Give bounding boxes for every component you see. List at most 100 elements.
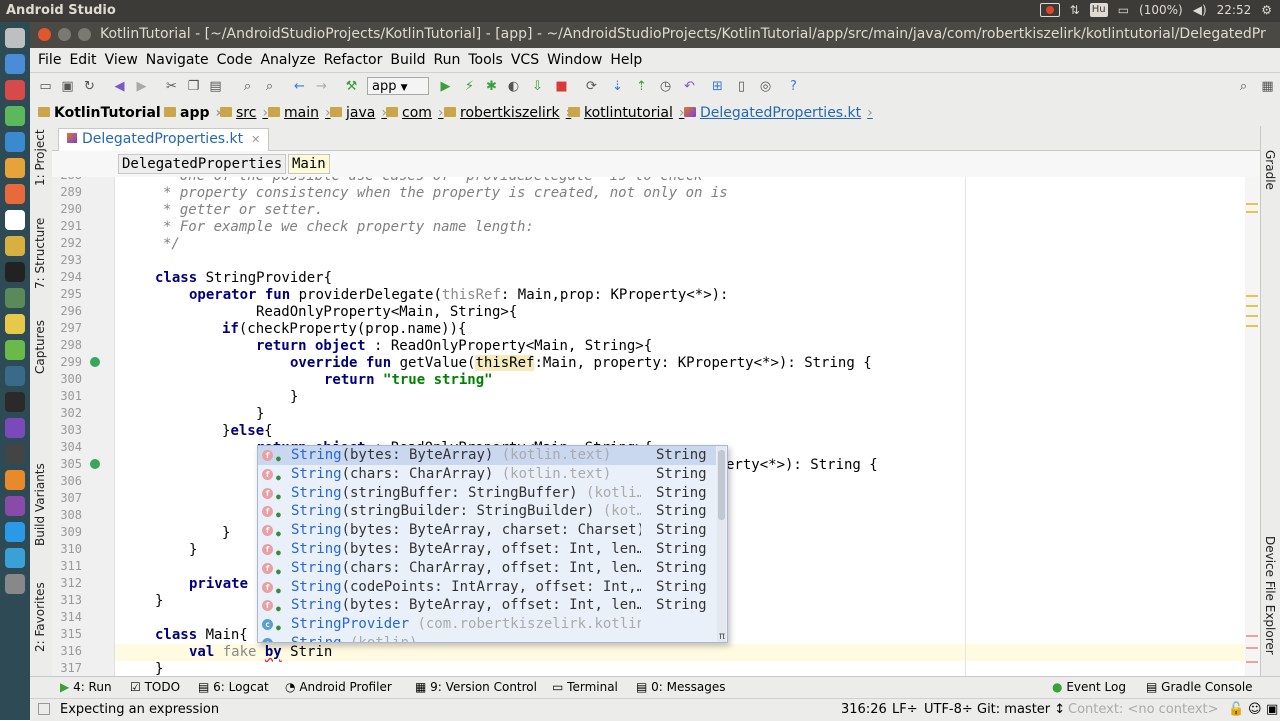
toggle-tool-windows-icon[interactable] (38, 703, 50, 715)
override-marker-icon[interactable] (90, 357, 100, 367)
battery-icon[interactable]: ▭ (1118, 3, 1129, 17)
menu-edit[interactable]: Edit (65, 48, 100, 68)
warning-marker[interactable] (1246, 203, 1258, 205)
minimize-window-button[interactable] (58, 28, 71, 41)
save-all-icon[interactable]: ▣ (60, 79, 75, 94)
settings-gear-icon[interactable]: ⚙ (1261, 3, 1272, 17)
captures-tool-button[interactable]: Captures (33, 320, 47, 374)
warning-marker[interactable] (1246, 315, 1258, 317)
device-file-explorer-tool-button[interactable]: Device File Explorer (1263, 536, 1277, 655)
version-control-tool-button[interactable]: ▦ 9: Version Control (415, 680, 537, 694)
menu-tools[interactable]: Tools (464, 48, 507, 68)
menu-run[interactable]: Run (430, 48, 465, 68)
vcs-update-icon[interactable]: ⇣ (610, 79, 625, 94)
breadcrumb-item[interactable]: kotlintutorial › (568, 105, 684, 121)
cut-icon[interactable]: ✂ (164, 79, 179, 94)
app-launcher-icon[interactable] (5, 444, 25, 464)
error-marker[interactable] (1246, 635, 1258, 637)
completion-item[interactable]: f ● String(chars: CharArray, offset: Int, … (258, 559, 716, 578)
run-configuration-selector[interactable]: app ▼ (367, 77, 429, 95)
gradle-console-tool-button[interactable]: ▤ Gradle Console (1146, 680, 1253, 694)
completion-item[interactable]: f ● String(stringBuffer: StringBuffer) (ko… (258, 484, 716, 503)
profile-icon[interactable]: ◐ (506, 79, 521, 94)
breadcrumb-item[interactable]: KotlinTutorial› (38, 105, 173, 121)
dash-home-icon[interactable] (5, 28, 25, 48)
warning-marker[interactable] (1246, 211, 1258, 213)
menu-navigate[interactable]: Navigate (142, 48, 213, 68)
clock[interactable]: 22:52 (1217, 3, 1252, 17)
apply-changes-icon[interactable]: ⚡ (462, 79, 477, 94)
messages-tool-button[interactable]: ▤ 0: Messages (636, 680, 726, 694)
completion-item[interactable]: f ● String(bytes: ByteArray, offset: Int, … (258, 596, 716, 615)
file-encoding[interactable]: UTF-8÷ (924, 702, 973, 717)
run-tool-button[interactable]: ▶ 4: Run (60, 680, 112, 694)
app-launcher-icon[interactable] (5, 574, 25, 594)
breadcrumb-item[interactable]: main › (268, 105, 331, 121)
make-project-icon[interactable]: ⚒ (344, 79, 359, 94)
android-profiler-tool-button[interactable]: ◔ Android Profiler (285, 680, 392, 694)
close-tab-icon[interactable]: ✕ (251, 133, 260, 146)
menu-vcs[interactable]: VCS (507, 48, 543, 68)
logcat-tool-button[interactable]: ▤ 6: Logcat (198, 680, 269, 694)
warning-marker[interactable] (1246, 295, 1258, 297)
todo-tool-button[interactable]: ☑ TODO (130, 680, 180, 694)
app-launcher-icon[interactable] (5, 366, 25, 386)
vcs-revert-icon[interactable]: ↶ (682, 79, 697, 94)
sdk-manager-icon[interactable]: ⊞ (710, 79, 725, 94)
run-icon[interactable]: ▶ (438, 79, 453, 94)
find-icon[interactable]: ⌕ (240, 79, 255, 94)
sync-icon[interactable]: ↻ (82, 79, 97, 94)
open-folder-icon[interactable]: ▭ (38, 79, 53, 94)
scrollbar-thumb[interactable] (718, 450, 725, 520)
app-launcher-icon[interactable] (5, 80, 25, 100)
project-tool-button[interactable]: 1: Project (33, 129, 47, 186)
debug-icon[interactable]: ✱ (484, 79, 499, 94)
forward-icon[interactable]: → (314, 79, 329, 94)
pi-icon[interactable]: π (719, 631, 725, 642)
code-completion-popup[interactable]: f ● String(bytes: ByteArray) (kotlin.text)… (257, 445, 728, 643)
app-launcher-icon[interactable] (5, 236, 25, 256)
inspect-icon[interactable]: ▦ (1260, 79, 1275, 94)
completion-item[interactable]: f ● String(chars: CharArray) (kotlin.text)… (258, 465, 716, 484)
line-separator[interactable]: LF÷ (892, 702, 918, 717)
network-icon[interactable]: ⇅ (1070, 3, 1080, 17)
app-launcher-icon[interactable] (5, 522, 25, 542)
completion-item[interactable]: f ● String(bytes: ByteArray, offset: Int, … (258, 540, 716, 559)
help-icon[interactable]: ? (786, 79, 801, 94)
app-launcher-icon[interactable] (5, 106, 25, 126)
terminal-icon[interactable] (5, 392, 25, 412)
lock-icon[interactable]: 🔓 (1228, 702, 1244, 717)
amazon-icon[interactable] (5, 210, 25, 230)
menu-refactor[interactable]: Refactor (320, 48, 387, 68)
notifications-icon[interactable]: ▣ (1266, 702, 1278, 717)
favorites-tool-button[interactable]: 2: Favorites (33, 582, 47, 652)
completion-item[interactable]: f ● String(bytes: ByteArray) (kotlin.text)… (258, 446, 716, 465)
paste-icon[interactable]: ▤ (208, 79, 223, 94)
breadcrumb-item[interactable]: java › (330, 105, 387, 121)
menu-code[interactable]: Code (213, 48, 257, 68)
completion-item[interactable]: c● String (kotlin) (258, 634, 716, 642)
screen-record-icon[interactable] (1039, 3, 1060, 17)
breadcrumb-item[interactable]: src › (220, 105, 268, 121)
structure-tool-button[interactable]: 7: Structure (33, 218, 47, 289)
completion-item[interactable]: f ● String(bytes: ByteArray, charset: Char… (258, 521, 716, 540)
caret-position[interactable]: 316:26 (841, 702, 887, 717)
structure-crumb-class[interactable]: Main (288, 154, 330, 174)
chrome-icon[interactable] (5, 54, 25, 74)
app-launcher-icon[interactable] (5, 158, 25, 178)
terminal-tool-button[interactable]: ▭ Terminal (552, 680, 618, 694)
gradle-tool-button[interactable]: Gradle (1263, 150, 1277, 190)
override-marker-icon[interactable] (90, 459, 100, 469)
menu-help[interactable]: Help (606, 48, 646, 68)
hector-icon[interactable]: ☺ (1248, 702, 1262, 717)
app-launcher-icon[interactable] (5, 262, 25, 282)
menu-file[interactable]: File (30, 48, 65, 68)
close-window-button[interactable] (38, 28, 51, 41)
error-marker[interactable] (1246, 661, 1258, 663)
volume-icon[interactable]: ◀) (1193, 3, 1207, 17)
menu-build[interactable]: Build (386, 48, 429, 68)
search-everywhere-icon[interactable]: ⌕ (1236, 79, 1251, 94)
copy-icon[interactable]: ❐ (186, 79, 201, 94)
replace-icon[interactable]: ⌕ (262, 79, 277, 94)
app-launcher-icon[interactable] (5, 470, 25, 490)
